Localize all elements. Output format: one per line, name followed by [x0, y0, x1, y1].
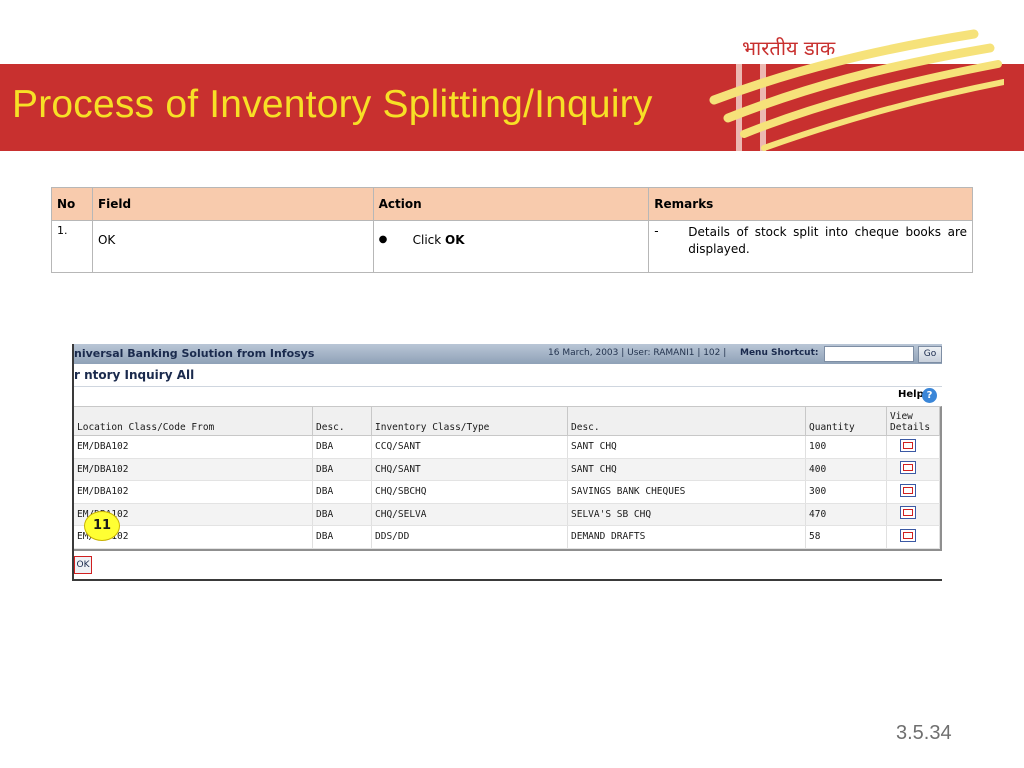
- cell-desc-2: SANT CHQ: [567, 458, 806, 481]
- cell-desc-2: SELVA'S SB CHQ: [567, 503, 806, 526]
- india-post-logo-text: भारतीय डाक: [742, 36, 836, 60]
- inventory-header-row: Location Class/Code From Desc. Inventory…: [74, 407, 940, 436]
- bullet-icon: ●: [378, 234, 388, 245]
- app-page-header: r ntory Inquiry All: [74, 364, 942, 387]
- col-desc-2: Desc.: [567, 407, 806, 436]
- cell-location: EM/DBA102: [74, 435, 313, 459]
- col-desc-1: Desc.: [312, 407, 372, 436]
- view-details-icon[interactable]: [900, 438, 916, 452]
- row-action: ● Click OK: [372, 220, 650, 273]
- instruction-table: No Field Action Remarks 1. OK ● Click OK…: [51, 187, 973, 273]
- inventory-table: Location Class/Code From Desc. Inventory…: [74, 407, 940, 549]
- header-field: Field: [91, 187, 374, 221]
- cell-desc-2: SANT CHQ: [567, 435, 806, 459]
- cell-desc-1: DBA: [312, 480, 372, 504]
- instruction-row: 1. OK ● Click OK - Details of stock spli…: [51, 220, 973, 273]
- cell-inventory: DDS/DD: [371, 525, 568, 549]
- cell-inventory: CHQ/SBCHQ: [371, 480, 568, 504]
- inventory-grid: Location Class/Code From Desc. Inventory…: [74, 406, 942, 551]
- help-link[interactable]: Help: [898, 389, 924, 400]
- cell-inventory: CCQ/SANT: [371, 435, 568, 459]
- cell-view-details: [886, 458, 940, 481]
- cell-inventory: CHQ/SANT: [371, 458, 568, 481]
- table-row: EM/DBA102 DBA CCQ/SANT SANT CHQ 100: [74, 435, 940, 459]
- cell-desc-1: DBA: [312, 435, 372, 459]
- cell-view-details: [886, 435, 940, 459]
- view-details-icon[interactable]: [900, 506, 916, 520]
- cell-desc-1: DBA: [312, 458, 372, 481]
- cell-quantity: 100: [805, 435, 887, 459]
- menu-shortcut-label: Menu Shortcut:: [740, 348, 819, 358]
- cell-quantity: 300: [805, 480, 887, 504]
- cell-desc-1: DBA: [312, 503, 372, 526]
- view-details-icon[interactable]: [900, 461, 916, 475]
- view-details-icon[interactable]: [900, 528, 916, 542]
- instruction-header-row: No Field Action Remarks: [51, 187, 973, 221]
- inventory-inquiry-screenshot: niversal Banking Solution from Infosys 1…: [72, 344, 942, 581]
- cell-desc-2: SAVINGS BANK CHEQUES: [567, 480, 806, 504]
- cell-location: EM/DBA102: [74, 480, 313, 504]
- step-number-badge: 11: [84, 511, 120, 541]
- table-row: EM/DBA102 DBA DDS/DD DEMAND DRAFTS 58: [74, 525, 940, 549]
- col-view-details: View Details: [886, 407, 940, 436]
- help-icon[interactable]: ?: [922, 388, 937, 403]
- action-bold: OK: [445, 233, 465, 247]
- slide-number: 3.5.34: [896, 722, 952, 744]
- table-row: EM/DBA102 DBA CHQ/SANT SANT CHQ 400: [74, 458, 940, 481]
- view-details-icon[interactable]: [900, 483, 916, 497]
- header-no: No: [51, 187, 93, 221]
- cell-quantity: 470: [805, 503, 887, 526]
- table-row: EM/DBA102 DBA CHQ/SELVA SELVA'S SB CHQ 4…: [74, 503, 940, 526]
- remark-dash: -: [654, 224, 659, 238]
- cell-view-details: [886, 480, 940, 504]
- row-remarks: - Details of stock split into cheque boo…: [648, 220, 973, 273]
- cell-desc-1: DBA: [312, 525, 372, 549]
- col-quantity: Quantity: [805, 407, 887, 436]
- header-action: Action: [372, 187, 650, 221]
- cell-inventory: CHQ/SELVA: [371, 503, 568, 526]
- row-field: OK: [91, 220, 374, 273]
- slide-title: Process of Inventory Splitting/Inquiry: [12, 83, 653, 126]
- cell-quantity: 400: [805, 458, 887, 481]
- go-button[interactable]: Go: [918, 346, 942, 363]
- menu-shortcut-input[interactable]: [824, 346, 914, 362]
- app-page-title: r ntory Inquiry All: [74, 368, 195, 382]
- app-session-info: 16 March, 2003 | User: RAMANI1 | 102 |: [548, 348, 727, 358]
- cell-location: EM/DBA102: [74, 458, 313, 481]
- app-title-bar: niversal Banking Solution from Infosys 1…: [74, 344, 942, 364]
- ok-button[interactable]: OK: [74, 556, 92, 574]
- col-inventory-class: Inventory Class/Type: [371, 407, 568, 436]
- cell-quantity: 58: [805, 525, 887, 549]
- cell-desc-2: DEMAND DRAFTS: [567, 525, 806, 549]
- col-location: Location Class/Code From: [74, 407, 313, 436]
- cell-view-details: [886, 525, 940, 549]
- action-text: Click OK: [413, 233, 465, 247]
- remark-text: Details of stock split into cheque books…: [688, 225, 967, 256]
- header-remarks: Remarks: [648, 187, 973, 221]
- action-prefix: Click: [412, 233, 446, 247]
- cell-view-details: [886, 503, 940, 526]
- table-row: EM/DBA102 DBA CHQ/SBCHQ SAVINGS BANK CHE…: [74, 480, 940, 504]
- app-title: niversal Banking Solution from Infosys: [74, 347, 315, 360]
- row-no: 1.: [51, 220, 93, 273]
